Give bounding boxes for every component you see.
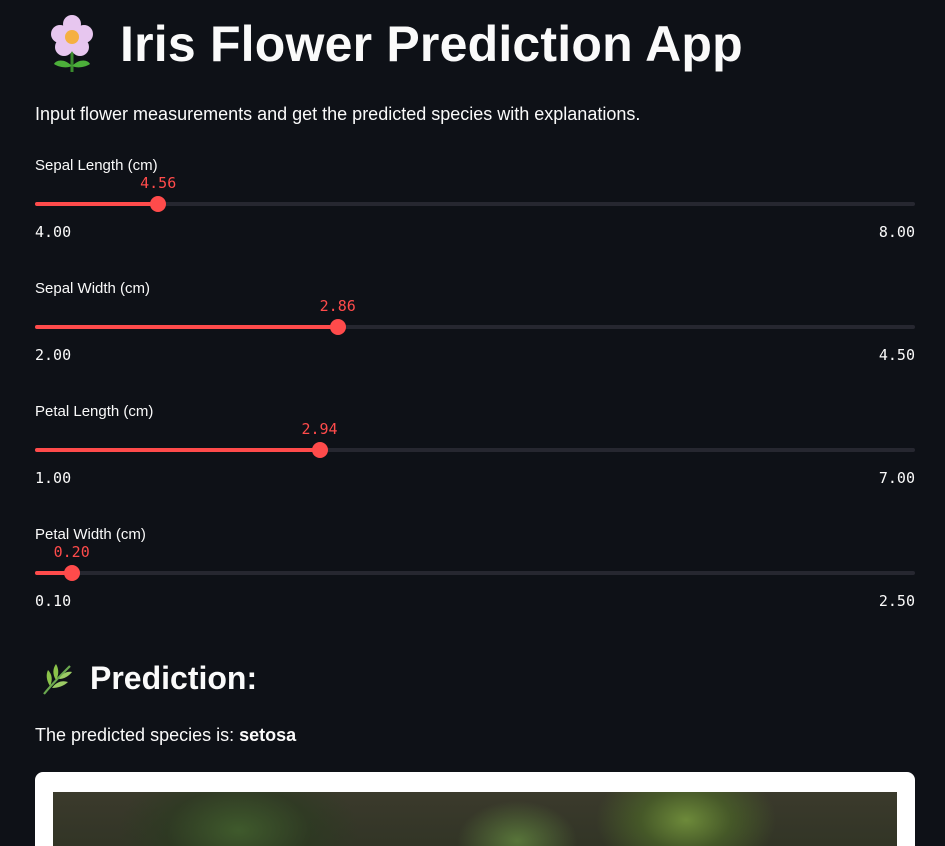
slider-min-label: 1.00 — [35, 469, 72, 487]
slider-max-label: 8.00 — [878, 223, 915, 241]
blossom-icon — [46, 14, 98, 74]
slider-min-label: 4.00 — [35, 223, 72, 241]
slider-track[interactable] — [35, 571, 915, 575]
slider-label: Sepal Width (cm) — [35, 280, 151, 297]
slider-max-label: 4.50 — [878, 346, 915, 364]
slider-max-label: 2.50 — [878, 592, 915, 610]
description-text: Input flower measurements and get the pr… — [35, 104, 641, 124]
prediction-heading: Prediction: — [40, 660, 257, 697]
herb-icon — [40, 662, 74, 696]
flower-image-card — [35, 772, 915, 846]
app-page: Iris Flower Prediction App Input flower … — [0, 0, 945, 846]
flower-photo — [53, 792, 897, 846]
prediction-prefix: The predicted species is: — [35, 725, 240, 745]
slider-petal-width[interactable]: Petal Width (cm) 0.20 0.10 2.50 — [35, 526, 915, 636]
slider-track[interactable] — [35, 202, 915, 206]
slider-value: 2.86 — [319, 297, 356, 315]
slider-label: Sepal Length (cm) — [35, 157, 158, 174]
slider-value: 4.56 — [140, 174, 177, 192]
slider-fill — [35, 325, 338, 329]
slider-max-label: 7.00 — [878, 469, 915, 487]
slider-sepal-length[interactable]: Sepal Length (cm) 4.56 4.00 8.00 — [35, 157, 915, 267]
prediction-result: The predicted species is: setosa — [35, 725, 296, 746]
slider-min-label: 2.00 — [35, 346, 72, 364]
title-text: Iris Flower Prediction App — [120, 16, 743, 72]
predicted-species: setosa — [239, 725, 297, 745]
slider-thumb[interactable] — [63, 565, 80, 581]
page-title: Iris Flower Prediction App — [46, 14, 743, 74]
slider-label: Petal Length (cm) — [35, 403, 154, 420]
prediction-heading-text: Prediction: — [90, 660, 258, 696]
slider-fill — [35, 202, 159, 206]
slider-value: 0.20 — [53, 543, 90, 561]
slider-thumb[interactable] — [329, 319, 346, 335]
slider-sepal-width[interactable]: Sepal Width (cm) 2.86 2.00 4.50 — [35, 280, 915, 390]
slider-min-label: 0.10 — [35, 592, 72, 610]
slider-value: 2.94 — [301, 420, 338, 438]
slider-thumb[interactable] — [311, 442, 328, 458]
slider-label: Petal Width (cm) — [35, 526, 146, 543]
slider-petal-length[interactable]: Petal Length (cm) 2.94 1.00 7.00 — [35, 403, 915, 513]
slider-fill — [35, 448, 320, 452]
slider-thumb[interactable] — [150, 196, 167, 212]
